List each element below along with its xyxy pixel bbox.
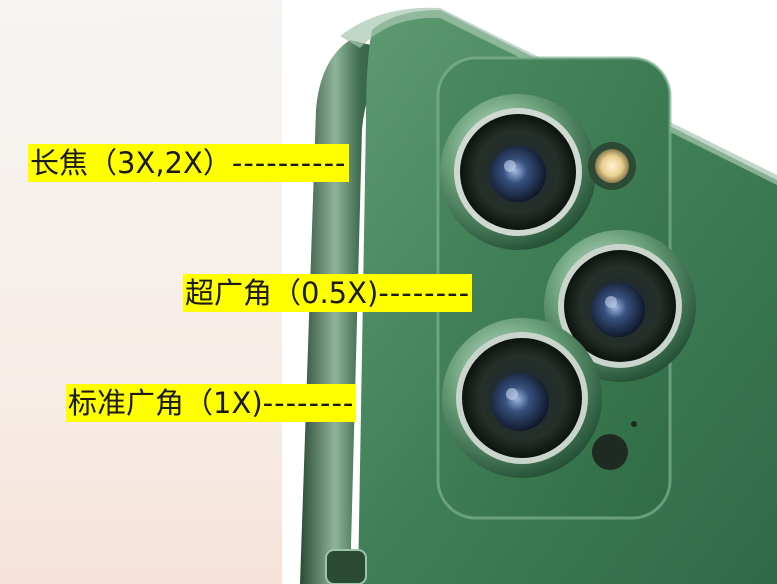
ultrawide-label: 超广角（0.5X)-------- xyxy=(183,274,473,312)
ultrawide-name: 超广角 xyxy=(185,276,273,310)
microphone-hole xyxy=(631,421,637,427)
flash-lamp xyxy=(595,149,629,183)
ultrawide-leader: -------- xyxy=(378,276,471,310)
side-button xyxy=(325,549,367,584)
ultrawide-zoom: （0.5X) xyxy=(272,276,379,310)
wide-leader: -------- xyxy=(262,386,355,420)
wide-name: 标准广角 xyxy=(68,386,185,420)
telephoto-leader: ---------- xyxy=(231,146,347,180)
telephoto-lens xyxy=(440,94,596,250)
telephoto-name: 长焦 xyxy=(30,146,89,180)
wide-label: 标准广角（1X)-------- xyxy=(66,384,357,422)
wide-lens xyxy=(442,318,602,478)
telephoto-label: 长焦（3X,2X）---------- xyxy=(28,144,349,182)
telephoto-zoom: （3X,2X） xyxy=(88,146,232,180)
wide-zoom: （1X) xyxy=(184,386,263,420)
lidar-sensor xyxy=(592,434,628,470)
